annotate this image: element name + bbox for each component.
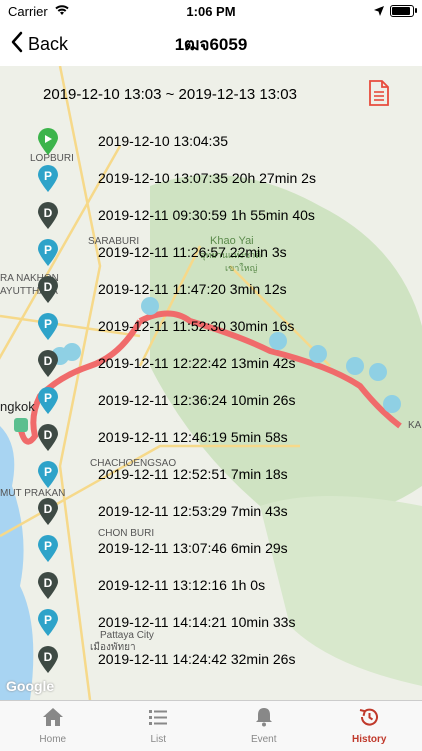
event-text: 2019-12-11 13:12:16 1h 0s — [98, 577, 265, 593]
driving-pin-icon: D — [36, 200, 60, 230]
svg-text:P: P — [44, 391, 52, 405]
svg-text:D: D — [44, 354, 53, 368]
map-background: LOPBURI SARABURI Khao Yai อุทยานแห่งชาติ… — [0, 66, 422, 700]
driving-pin-icon: D — [36, 644, 60, 674]
svg-text:D: D — [44, 650, 53, 664]
event-row[interactable]: P 2019-12-11 11:52:30 30min 16s — [36, 311, 294, 341]
event-row[interactable]: D 2019-12-11 12:53:29 7min 43s — [36, 496, 288, 526]
list-icon — [147, 707, 169, 730]
svg-text:P: P — [44, 465, 52, 479]
event-row[interactable]: P 2019-12-11 12:52:51 7min 18s — [36, 459, 288, 489]
event-text: 2019-12-11 12:36:24 10min 26s — [98, 392, 295, 408]
route-map[interactable]: LOPBURI SARABURI Khao Yai อุทยานแห่งชาติ… — [0, 66, 422, 700]
event-text: 2019-12-11 11:47:20 3min 12s — [98, 281, 287, 297]
event-row[interactable]: P 2019-12-11 13:07:46 6min 29s — [36, 533, 288, 563]
parking-pin-icon: P — [36, 311, 60, 341]
parking-pin-icon: P — [36, 459, 60, 489]
battery-icon — [390, 5, 414, 17]
event-text: 2019-12-11 13:07:46 6min 29s — [98, 540, 288, 556]
svg-text:P: P — [44, 539, 52, 553]
google-logo: Google — [6, 678, 54, 694]
svg-text:D: D — [44, 428, 53, 442]
date-range: 2019-12-10 13:03 ~ 2019-12-13 13:03 — [43, 86, 297, 103]
map-label: ngkok — [0, 399, 35, 414]
tab-label: History — [352, 734, 386, 745]
status-bar: Carrier 1:06 PM — [0, 0, 422, 22]
event-text: 2019-12-10 13:07:35 20h 27min 2s — [98, 170, 316, 186]
event-row[interactable]: D 2019-12-11 14:24:42 32min 26s — [36, 644, 295, 674]
svg-text:D: D — [44, 280, 53, 294]
tab-bar: Home List Event History — [0, 700, 422, 751]
tab-label: List — [150, 734, 166, 745]
driving-pin-icon: D — [36, 274, 60, 304]
event-row[interactable]: D 2019-12-11 12:22:42 13min 42s — [36, 348, 295, 378]
event-row[interactable]: P 2019-12-11 14:14:21 10min 33s — [36, 607, 295, 637]
svg-text:D: D — [44, 502, 53, 516]
event-text: 2019-12-11 12:46:19 5min 58s — [98, 429, 288, 445]
event-text: 2019-12-11 12:52:51 7min 18s — [98, 466, 288, 482]
svg-text:P: P — [44, 169, 52, 183]
event-row[interactable]: P 2019-12-11 12:36:24 10min 26s — [36, 385, 295, 415]
status-time: 1:06 PM — [0, 4, 422, 19]
svg-text:P: P — [44, 317, 52, 331]
svg-text:D: D — [44, 206, 53, 220]
tab-label: Event — [251, 734, 277, 745]
event-row[interactable]: P 2019-12-10 13:07:35 20h 27min 2s — [36, 163, 316, 193]
parking-pin-icon: P — [36, 237, 60, 267]
parking-pin-icon: P — [36, 385, 60, 415]
tab-label: Home — [39, 734, 66, 745]
event-row[interactable]: D 2019-12-11 12:46:19 5min 58s — [36, 422, 288, 452]
tab-home[interactable]: Home — [0, 701, 106, 751]
event-row[interactable]: D 2019-12-11 13:12:16 1h 0s — [36, 570, 265, 600]
svg-text:P: P — [44, 613, 52, 627]
event-text: 2019-12-11 14:24:42 32min 26s — [98, 651, 295, 667]
parking-pin-icon: P — [36, 607, 60, 637]
back-button[interactable]: Back — [10, 31, 68, 58]
tab-event[interactable]: Event — [211, 701, 317, 751]
chevron-left-icon — [10, 31, 24, 58]
driving-pin-icon: D — [36, 422, 60, 452]
event-text: 2019-12-11 14:14:21 10min 33s — [98, 614, 295, 630]
start-pin-icon — [36, 126, 60, 156]
history-icon — [358, 707, 380, 730]
back-label: Back — [28, 34, 68, 55]
nav-bar: Back 1ฒจ6059 — [0, 22, 422, 67]
home-icon — [42, 707, 64, 730]
event-row[interactable]: D 2019-12-11 11:47:20 3min 12s — [36, 274, 287, 304]
driving-pin-icon: D — [36, 496, 60, 526]
tab-list[interactable]: List — [106, 701, 212, 751]
event-text: 2019-12-11 11:26:57 22min 3s — [98, 244, 287, 260]
event-row[interactable]: D 2019-12-11 09:30:59 1h 55min 40s — [36, 200, 315, 230]
map-label: KA — [408, 420, 422, 431]
event-row[interactable]: 2019-12-10 13:04:35 — [36, 126, 228, 156]
event-text: 2019-12-11 12:22:42 13min 42s — [98, 355, 295, 371]
parking-pin-icon: P — [36, 533, 60, 563]
parking-pin-icon: P — [36, 163, 60, 193]
svg-text:D: D — [44, 576, 53, 590]
bell-icon — [253, 707, 275, 730]
page-title: 1ฒจ6059 — [175, 31, 248, 58]
event-row[interactable]: P 2019-12-11 11:26:57 22min 3s — [36, 237, 287, 267]
tab-history[interactable]: History — [317, 701, 422, 751]
svg-text:P: P — [44, 243, 52, 257]
report-document-icon[interactable] — [368, 80, 390, 111]
event-text: 2019-12-11 09:30:59 1h 55min 40s — [98, 207, 315, 223]
driving-pin-icon: D — [36, 348, 60, 378]
driving-pin-icon: D — [36, 570, 60, 600]
event-text: 2019-12-10 13:04:35 — [98, 133, 228, 149]
event-text: 2019-12-11 11:52:30 30min 16s — [98, 318, 294, 334]
event-text: 2019-12-11 12:53:29 7min 43s — [98, 503, 288, 519]
